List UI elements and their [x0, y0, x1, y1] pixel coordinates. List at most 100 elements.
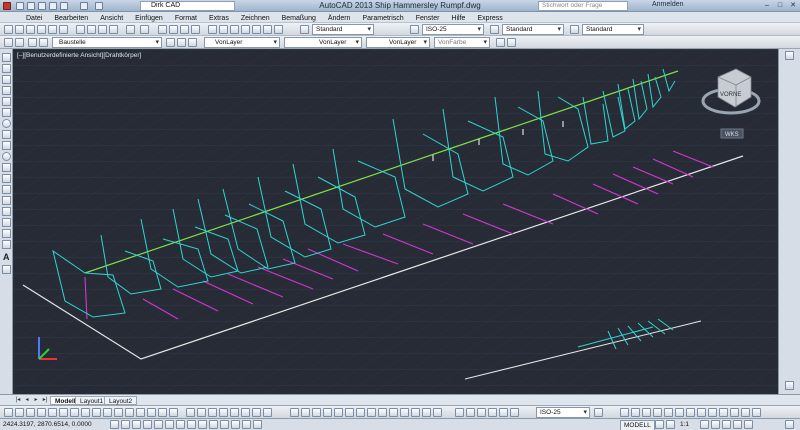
- dim-diameter-icon[interactable]: [345, 408, 354, 417]
- open-file-icon[interactable]: [15, 25, 24, 34]
- gradient-icon[interactable]: [2, 218, 11, 227]
- circle-icon[interactable]: [2, 119, 11, 128]
- selection-cycling-icon[interactable]: [253, 420, 262, 429]
- tab-layout2[interactable]: Layout2: [104, 396, 138, 405]
- publish-icon[interactable]: [59, 25, 68, 34]
- dim-baseline-icon[interactable]: [367, 408, 376, 417]
- bottom-dim-style-select[interactable]: ISO-25: [536, 407, 590, 418]
- modify-break-icon[interactable]: [125, 408, 134, 417]
- orbit-icon[interactable]: [631, 408, 640, 417]
- undo-tool-icon[interactable]: [126, 25, 135, 34]
- tab-last-icon[interactable]: ▸|: [41, 396, 49, 405]
- annotation-scale[interactable]: 1:1: [680, 420, 689, 430]
- design-center-icon[interactable]: [219, 25, 228, 34]
- quick-view-layouts-icon[interactable]: [655, 420, 664, 429]
- ortho-mode-icon[interactable]: [143, 420, 152, 429]
- dim-arc-icon[interactable]: [312, 408, 321, 417]
- dim-textedit-icon[interactable]: [510, 408, 519, 417]
- mesh-icon[interactable]: [741, 408, 750, 417]
- dim-inspect-icon[interactable]: [488, 408, 497, 417]
- arc-icon[interactable]: [2, 108, 11, 117]
- point-icon[interactable]: [2, 196, 11, 205]
- lights-icon[interactable]: [686, 408, 695, 417]
- walk-icon[interactable]: [642, 408, 651, 417]
- dynamic-input-icon[interactable]: [209, 420, 218, 429]
- modify-mirror-icon[interactable]: [26, 408, 35, 417]
- zoom-previous-icon[interactable]: [191, 25, 200, 34]
- polygon-icon[interactable]: [2, 86, 11, 95]
- lineweight-icon[interactable]: [220, 420, 229, 429]
- scroll-down-icon[interactable]: [785, 381, 794, 390]
- help-icon[interactable]: [274, 25, 283, 34]
- visual-style-icon[interactable]: [664, 408, 673, 417]
- spline-icon[interactable]: [2, 141, 11, 150]
- login-button[interactable]: Anmelden: [652, 1, 684, 8]
- hardware-accel-icon[interactable]: [733, 420, 742, 429]
- text-style-select[interactable]: Standard: [312, 24, 374, 35]
- sections-icon[interactable]: [719, 408, 728, 417]
- dim-quick-icon[interactable]: [433, 408, 442, 417]
- ellipse-arc-icon[interactable]: [2, 163, 11, 172]
- dim-radius-icon[interactable]: [334, 408, 343, 417]
- dim-continue-icon[interactable]: [378, 408, 387, 417]
- modify-offset-icon[interactable]: [37, 408, 46, 417]
- drawing-viewport[interactable]: VORNE WKS [–][Benutzerdefinierte Ansicht…: [13, 49, 778, 394]
- multileader-style-select[interactable]: Standard: [582, 24, 644, 35]
- table-style-select[interactable]: Standard: [502, 24, 564, 35]
- search-input[interactable]: Stichwort oder Frage eingeben: [538, 1, 628, 17]
- color-select[interactable]: VonLayer: [204, 37, 280, 48]
- markup-icon[interactable]: [252, 25, 261, 34]
- quick-properties-icon[interactable]: [242, 420, 251, 429]
- tool-palettes-icon[interactable]: [230, 25, 239, 34]
- sun-icon[interactable]: [708, 408, 717, 417]
- tab-first-icon[interactable]: |◂: [14, 396, 22, 405]
- print-icon[interactable]: [37, 25, 46, 34]
- coordinates-readout[interactable]: 2424.3197, 2870.6514, 0.0000: [3, 420, 92, 430]
- redo-tool-icon[interactable]: [140, 25, 149, 34]
- snap-mode-icon[interactable]: [121, 420, 130, 429]
- make-current-icon[interactable]: [166, 38, 175, 47]
- dim-ordinate-icon[interactable]: [323, 408, 332, 417]
- insert-block-icon[interactable]: [2, 174, 11, 183]
- polar-tracking-icon[interactable]: [154, 420, 163, 429]
- dim-space-icon[interactable]: [455, 408, 464, 417]
- layer-iso-icon[interactable]: [188, 38, 197, 47]
- modify-erase-icon[interactable]: [4, 408, 13, 417]
- dim-update-icon[interactable]: [422, 408, 431, 417]
- snap-endpoint-icon[interactable]: [197, 408, 206, 417]
- line-icon[interactable]: [2, 53, 11, 62]
- layer-state-icon[interactable]: [15, 38, 24, 47]
- scroll-up-icon[interactable]: [785, 51, 794, 60]
- zoom-window-icon[interactable]: [180, 25, 189, 34]
- modify-trim-icon[interactable]: [103, 408, 112, 417]
- workspace-switch-icon[interactable]: [711, 420, 720, 429]
- viewport-label[interactable]: [–][Benutzerdefinierte Ansicht][Drahtkör…: [17, 52, 141, 59]
- modify-scale-icon[interactable]: [81, 408, 90, 417]
- dim-edit-icon[interactable]: [411, 408, 420, 417]
- surface-icon[interactable]: [752, 408, 761, 417]
- camera-icon[interactable]: [675, 408, 684, 417]
- modify-array-icon[interactable]: [48, 408, 57, 417]
- rectangle-icon[interactable]: [2, 97, 11, 106]
- modify-copy-icon[interactable]: [15, 408, 24, 417]
- tab-next-icon[interactable]: ▸: [32, 396, 40, 405]
- preview-icon[interactable]: [48, 25, 57, 34]
- model-space-button[interactable]: MODELL: [620, 420, 655, 430]
- polyline-icon[interactable]: [2, 75, 11, 84]
- dim-oblique-icon[interactable]: [499, 408, 508, 417]
- layer-bulb-icon[interactable]: [28, 38, 37, 47]
- ellipse-icon[interactable]: [2, 152, 11, 161]
- otrack-icon[interactable]: [187, 420, 196, 429]
- modify-explode-icon[interactable]: [169, 408, 178, 417]
- layer-manager-icon[interactable]: [4, 38, 13, 47]
- dim-jog-icon[interactable]: [477, 408, 486, 417]
- dim-linear-icon[interactable]: [290, 408, 299, 417]
- modify-fillet-icon[interactable]: [158, 408, 167, 417]
- snap-tangent-icon[interactable]: [252, 408, 261, 417]
- sheet-set-icon[interactable]: [241, 25, 250, 34]
- dim-style-manager-icon[interactable]: [594, 408, 603, 417]
- dim-center-icon[interactable]: [400, 408, 409, 417]
- layer-select[interactable]: Baustelle: [52, 37, 162, 48]
- lineweight-select[interactable]: VonLayer: [366, 37, 430, 48]
- layer-previous-icon[interactable]: [177, 38, 186, 47]
